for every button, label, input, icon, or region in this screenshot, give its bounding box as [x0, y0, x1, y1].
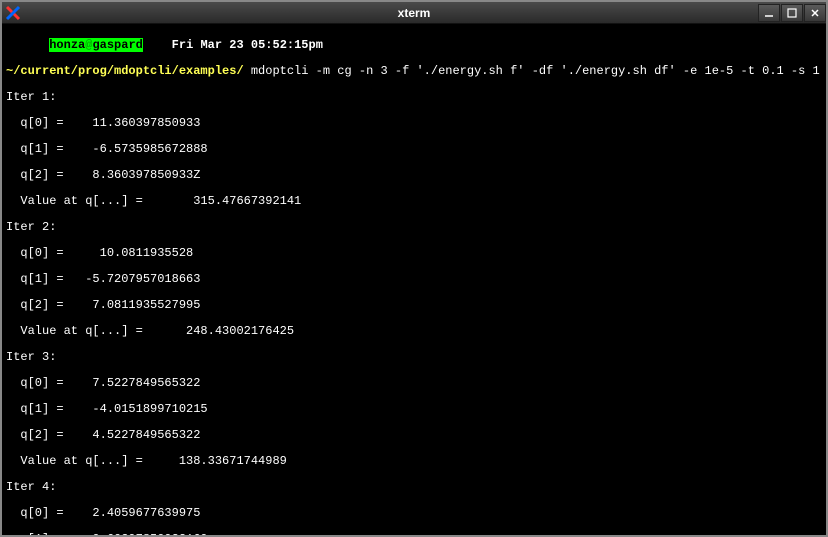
prompt-date: Fri Mar 23 05:52:15pm: [172, 38, 323, 52]
command-line: ~/current/prog/mdoptcli/examples/ mdoptc…: [6, 65, 822, 78]
output-line: q[0] = 10.0811935528: [6, 247, 822, 260]
output-line: q[0] = 2.4059677639975: [6, 507, 822, 520]
xterm-window: xterm honza@gaspard Fri Mar 23 05:52:15p…: [0, 0, 828, 537]
output-line: Value at q[...] = 315.47667392141: [6, 195, 822, 208]
output-line: q[2] = 4.5227849565322: [6, 429, 822, 442]
output-line: Iter 3:: [6, 351, 822, 364]
minimize-button[interactable]: [758, 4, 780, 22]
output-line: Iter 2:: [6, 221, 822, 234]
window-controls: [757, 4, 826, 22]
close-button[interactable]: [804, 4, 826, 22]
output-line: Value at q[...] = 138.33671744989: [6, 455, 822, 468]
output-line: Value at q[...] = 248.43002176425: [6, 325, 822, 338]
window-title: xterm: [398, 6, 431, 20]
prompt-host: gaspard: [92, 38, 142, 52]
command-text: mdoptcli -m cg -n 3 -f './energy.sh f' -…: [251, 64, 826, 78]
output-line: q[1] = -0.60397850933169: [6, 533, 822, 535]
output-line: Iter 4:: [6, 481, 822, 494]
prompt-line-1: honza@gaspard Fri Mar 23 05:52:15pm: [6, 39, 822, 52]
prompt-path: ~/current/prog/mdoptcli/examples/: [6, 64, 244, 78]
output-line: q[0] = 11.360397850933: [6, 117, 822, 130]
output-line: Iter 1:: [6, 91, 822, 104]
output-line: q[2] = 8.360397850933Z: [6, 169, 822, 182]
output-line: q[1] = -4.0151899710215: [6, 403, 822, 416]
output-line: q[0] = 7.5227849565322: [6, 377, 822, 390]
output-line: q[2] = 7.0811935527995: [6, 299, 822, 312]
output-line: q[1] = -6.5735985672888: [6, 143, 822, 156]
maximize-button[interactable]: [781, 4, 803, 22]
titlebar[interactable]: xterm: [2, 2, 826, 24]
terminal-area[interactable]: honza@gaspard Fri Mar 23 05:52:15pm ~/cu…: [2, 24, 826, 535]
app-icon: [4, 4, 22, 22]
prompt-user: honza: [49, 38, 85, 52]
output-line: q[1] = -5.7207957018663: [6, 273, 822, 286]
